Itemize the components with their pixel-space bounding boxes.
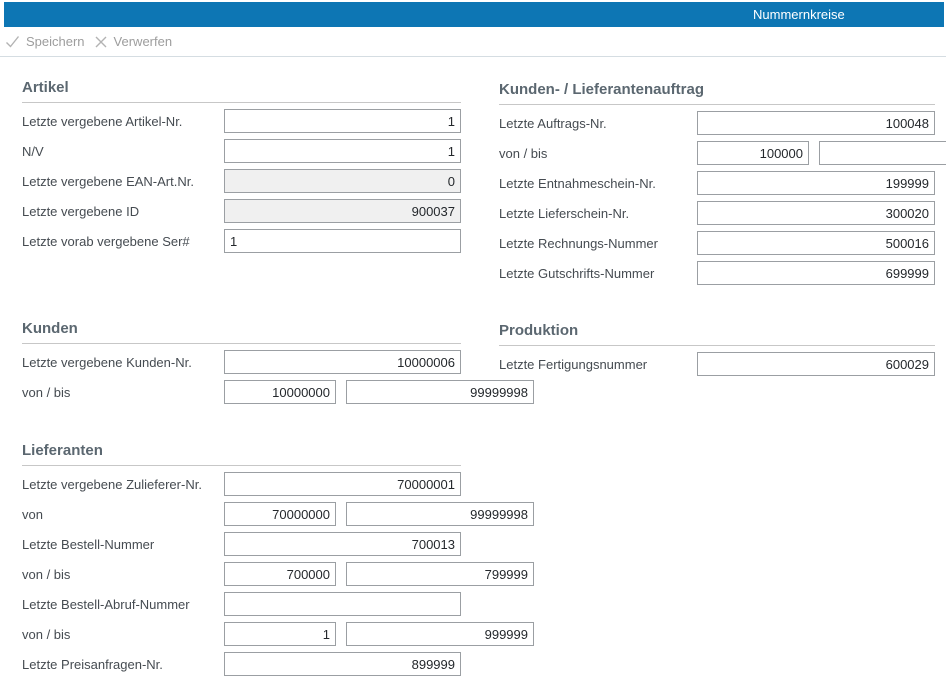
ser-nr-field[interactable] <box>224 229 461 253</box>
bestell-abruf-von-field[interactable] <box>224 622 336 646</box>
window-title-bar: Nummernkreise <box>4 2 944 27</box>
nv-field[interactable] <box>224 139 461 163</box>
field-label: Letzte Bestell-Abruf-Nummer <box>22 597 224 612</box>
form-row: Letzte Gutschrifts-Nummer <box>499 261 935 285</box>
field-label: Letzte Auftrags-Nr. <box>499 116 697 131</box>
auftrag-bis-field[interactable] <box>819 141 946 165</box>
form-row: Letzte vergebene ID <box>22 199 461 223</box>
field-label: Letzte Preisanfragen-Nr. <box>22 657 224 672</box>
field-label: Letzte vergebene Artikel-Nr. <box>22 114 224 129</box>
page-title: Nummernkreise <box>753 2 845 27</box>
kunden-bis-field[interactable] <box>346 380 534 404</box>
range-pair <box>224 380 461 404</box>
save-button[interactable]: Speichern <box>5 34 94 49</box>
section-title-artikel: Artikel <box>22 78 461 103</box>
entnahmeschein-nr-field[interactable] <box>697 171 935 195</box>
form-row: Letzte vergebene EAN-Art.Nr. <box>22 169 461 193</box>
auftrag-von-field[interactable] <box>697 141 809 165</box>
form-row: N/V <box>22 139 461 163</box>
rechnungs-nummer-field[interactable] <box>697 231 935 255</box>
discard-button-label: Verwerfen <box>114 34 173 49</box>
field-label: von / bis <box>22 567 224 582</box>
kunden-von-field[interactable] <box>224 380 336 404</box>
field-label: Letzte Lieferschein-Nr. <box>499 206 697 221</box>
form-row: Letzte Lieferschein-Nr. <box>499 201 935 225</box>
form-row: Letzte Auftrags-Nr. <box>499 111 935 135</box>
bestell-nummer-field[interactable] <box>224 532 461 556</box>
field-label: Letzte Entnahmeschein-Nr. <box>499 176 697 191</box>
field-label: N/V <box>22 144 224 159</box>
field-label: von / bis <box>22 627 224 642</box>
bestell-abruf-nummer-field[interactable] <box>224 592 461 616</box>
field-label: Letzte vergebene EAN-Art.Nr. <box>22 174 224 189</box>
range-pair <box>224 562 461 586</box>
preisanfragen-nr-field[interactable] <box>224 652 461 676</box>
form-row: Letzte vergebene Artikel-Nr. <box>22 109 461 133</box>
zulieferer-nr-field[interactable] <box>224 472 461 496</box>
section-artikel: Artikel Letzte vergebene Artikel-Nr. N/V… <box>22 78 461 253</box>
ean-art-nr-field <box>224 169 461 193</box>
section-kunden: Kunden Letzte vergebene Kunden-Nr. von /… <box>22 319 461 404</box>
lieferschein-nr-field[interactable] <box>697 201 935 225</box>
auftrags-nr-field[interactable] <box>697 111 935 135</box>
field-label: Letzte Gutschrifts-Nummer <box>499 266 697 281</box>
toolbar: Speichern Verwerfen <box>0 27 946 57</box>
save-button-label: Speichern <box>26 34 85 49</box>
form-row: von / bis <box>499 141 935 165</box>
vergebene-id-field <box>224 199 461 223</box>
bestell-abruf-bis-field[interactable] <box>346 622 534 646</box>
section-kundenauftrag: Kunden- / Lieferantenauftrag Letzte Auft… <box>499 80 935 285</box>
bestell-von-field[interactable] <box>224 562 336 586</box>
form-row: Letzte vergebene Kunden-Nr. <box>22 350 461 374</box>
section-title-kunden: Kunden <box>22 319 461 344</box>
close-x-icon <box>94 35 108 49</box>
discard-button[interactable]: Verwerfen <box>94 34 182 49</box>
checkmark-icon <box>5 34 20 49</box>
field-label: Letzte vergebene ID <box>22 204 224 219</box>
field-label: Letzte vergebene Kunden-Nr. <box>22 355 224 370</box>
field-label: von / bis <box>499 146 697 161</box>
section-produktion: Produktion Letzte Fertigungsnummer <box>499 321 935 376</box>
form-row: Letzte Rechnungs-Nummer <box>499 231 935 255</box>
nummernkreise-window: Nummernkreise Speichern Verwerfen Artike… <box>0 0 946 687</box>
form-row: Letzte vorab vergebene Ser# <box>22 229 461 253</box>
artikel-nr-field[interactable] <box>224 109 461 133</box>
range-pair <box>697 141 935 165</box>
form-row: Letzte Preisanfragen-Nr. <box>22 652 461 676</box>
section-title-kundenauftrag: Kunden- / Lieferantenauftrag <box>499 80 935 105</box>
form-row: von / bis <box>22 380 461 404</box>
section-title-lieferanten: Lieferanten <box>22 441 461 466</box>
field-label: Letzte Bestell-Nummer <box>22 537 224 552</box>
bestell-bis-field[interactable] <box>346 562 534 586</box>
field-label: Letzte Rechnungs-Nummer <box>499 236 697 251</box>
form-row: von <box>22 502 461 526</box>
zulieferer-bis-field[interactable] <box>346 502 534 526</box>
range-pair <box>224 502 461 526</box>
field-label: von <box>22 507 224 522</box>
kunden-nr-field[interactable] <box>224 350 461 374</box>
field-label: Letzte Fertigungsnummer <box>499 357 697 372</box>
zulieferer-von-field[interactable] <box>224 502 336 526</box>
form-row: Letzte Entnahmeschein-Nr. <box>499 171 935 195</box>
form-row: von / bis <box>22 622 461 646</box>
form-row: Letzte Fertigungsnummer <box>499 352 935 376</box>
gutschrifts-nummer-field[interactable] <box>697 261 935 285</box>
field-label: Letzte vergebene Zulieferer-Nr. <box>22 477 224 492</box>
field-label: von / bis <box>22 385 224 400</box>
section-lieferanten: Lieferanten Letzte vergebene Zulieferer-… <box>22 441 461 676</box>
fertigungsnummer-field[interactable] <box>697 352 935 376</box>
form-row: Letzte vergebene Zulieferer-Nr. <box>22 472 461 496</box>
form-row: Letzte Bestell-Abruf-Nummer <box>22 592 461 616</box>
form-row: Letzte Bestell-Nummer <box>22 532 461 556</box>
section-title-produktion: Produktion <box>499 321 935 346</box>
form-row: von / bis <box>22 562 461 586</box>
field-label: Letzte vorab vergebene Ser# <box>22 234 224 249</box>
range-pair <box>224 622 461 646</box>
